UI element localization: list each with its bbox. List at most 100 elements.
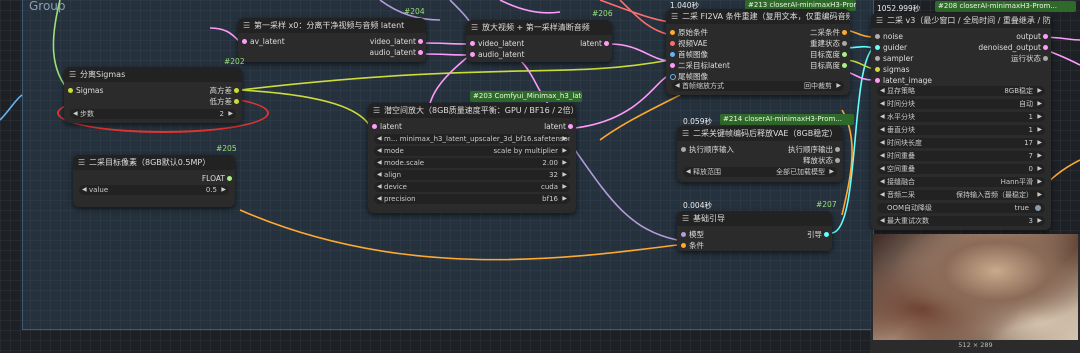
node-fi2va[interactable]: ☰ 二采 FI2VA 条件重建（复用文本，仅重编码音频） 原始条件 视频VAE 首… [666,9,850,95]
node-205[interactable]: ☰ 二采目标像素（8GB默认0.5MP） FLOAT ◀ value 0.5 ▶ [73,155,235,207]
output-label: 重建状态 [810,39,840,48]
output-label: 二采条件 [810,28,840,37]
output-dot[interactable] [234,88,239,93]
output-dot[interactable] [835,158,840,163]
output-label: 目标高度 [810,61,840,70]
node-206[interactable]: ☰ 放大视频 + 第一采样清断音频 video_latent audio_late… [466,20,612,62]
input-label: 执行顺序输入 [689,145,734,154]
input-dot[interactable] [470,52,475,57]
node-title[interactable]: ☰ 二采目标像素（8GB默认0.5MP） [73,155,235,170]
v-split-widget[interactable]: ◀ 垂直分块 1 ▶ [877,125,1045,135]
output-dot[interactable] [842,30,847,35]
input-dot[interactable] [670,30,675,35]
input-dot[interactable] [875,56,880,61]
input-dot[interactable] [681,232,686,237]
output-label: 高方差 [209,86,233,95]
output-dot[interactable] [842,52,847,57]
time-split-widget[interactable]: ◀ 时间分块 自动 ▶ [877,99,1045,109]
input-dot[interactable] [242,39,247,44]
increment-arrow-icon[interactable]: ▶ [228,109,233,119]
input-dot[interactable] [875,67,880,72]
scale-widget[interactable]: ◀ mode.scale 2.00 ▶ [374,158,570,168]
output-dot[interactable] [418,50,423,55]
decrement-arrow-icon[interactable]: ◀ [82,185,87,195]
node-208[interactable]: ☰二采 v3（最少窗口 / 全局时间 / 重叠继承 / 防漏闪） noise g… [871,13,1051,230]
input-dot[interactable] [670,63,675,68]
output-label: latent [580,39,602,48]
input-dot[interactable] [670,41,675,46]
input-dot[interactable] [470,41,475,46]
output-dot[interactable] [604,41,609,46]
align-widget[interactable]: ◀ align 32 ▶ [374,170,570,180]
node-203[interactable]: ☰ 潜空间放大（8GB质量速度平衡：GPU / BF16 / 2倍） latent… [368,103,576,213]
node-title[interactable]: ☰ 分离Sigmas [64,67,242,82]
node-202[interactable]: ☰ 分离Sigmas Sigmas 高方差 低方差 ◀ 步数 2 ▶ [64,67,242,123]
decrement-arrow-icon[interactable]: ◀ [73,109,78,119]
output-dot[interactable] [1043,45,1048,50]
release-scope-widget[interactable]: ◀ 释放范围 全部已加载模型 ▶ [683,167,837,177]
node-title[interactable]: ☰二采 v3（最少窗口 / 全局时间 / 重叠继承 / 防漏闪） [871,13,1051,28]
node-title[interactable]: ☰ 放大视频 + 第一采样清断音频 [466,20,612,35]
space-overlap-widget[interactable]: ◀ 空间重叠 0 ▶ [877,164,1045,174]
node-badge: #203 Comfyui_Minimax_h3_late... [470,91,582,102]
node-id: #205 [216,144,237,153]
seam-blend-widget[interactable]: ◀ 接缝融合 Hann平滑 ▶ [877,177,1045,187]
node-title[interactable]: ☰ 第一采样 x0：分离干净视频与音频 latent [238,18,426,33]
scale-mode-widget[interactable]: ◀ 首帧缩放方式 回中裁剪 ▶ [672,81,844,91]
mode-widget[interactable]: ◀ mode scale by multiplier ▶ [374,146,570,156]
time-block-length-widget[interactable]: ◀ 时间块长度 17 ▶ [877,138,1045,148]
output-dot[interactable] [568,124,573,129]
node-204[interactable]: ☰ 第一采样 x0：分离干净视频与音频 latent av_latent vide… [238,18,426,62]
output-dot[interactable] [227,176,232,181]
h-split-widget[interactable]: ◀ 水平分块 1 ▶ [877,112,1045,122]
oom-toggle[interactable]: OOM自动降级 true [877,203,1045,213]
node-title[interactable]: ☰ 基础引导 [677,211,832,226]
input-label: sigmas [883,65,910,74]
output-label: video_latent [369,37,416,46]
node-title[interactable]: ☰ 二采 FI2VA 条件重建（复用文本，仅重编码音频） [666,9,850,24]
node-id: #204 [404,7,425,16]
precision-widget[interactable]: ◀ precision bf16 ▶ [374,194,570,204]
output-dot[interactable] [842,63,847,68]
increment-arrow-icon[interactable]: ▶ [221,185,226,195]
input-label: video_latent [478,39,525,48]
toggle-knob-icon [1035,205,1041,211]
output-dot[interactable] [824,232,829,237]
output-label: 释放状态 [803,156,833,165]
value-widget[interactable]: ◀ value 0.5 ▶ [79,185,229,195]
output-dot[interactable] [835,147,840,152]
exec-timer: 0.004秒 [683,201,712,210]
time-overlap-widget[interactable]: ◀ 时间重叠 7 ▶ [877,151,1045,161]
input-dot[interactable] [875,78,880,83]
input-label: sampler [883,54,914,63]
steps-widget[interactable]: ◀ 步数 2 ▶ [70,109,236,119]
device-widget[interactable]: ◀ device cuda ▶ [374,182,570,192]
node-badge: #214 closerAI-minimaxH3-Prom... [720,114,854,125]
node-id: #202 [224,57,245,66]
input-dot[interactable] [875,34,880,39]
node-207[interactable]: ☰ 基础引导 模型 条件 引导 [677,211,832,251]
vram-strategy-widget[interactable]: ◀ 显存策略 8GB稳定 ▶ [877,86,1045,96]
max-retry-widget[interactable]: ◀ 最大重试次数 3 ▶ [877,216,1045,226]
output-dot[interactable] [418,39,423,44]
input-dot[interactable] [68,88,73,93]
output-dot[interactable] [1043,34,1048,39]
output-dot[interactable] [234,99,239,104]
video-preview[interactable]: 512 × 289 [871,234,1080,353]
audio-resample-widget[interactable]: ◀ 音频二采 保持输入音频（最稳定） ▶ [877,190,1045,200]
model-widget[interactable]: ◀ m... minimax_h3_latent_upscaler_3d_bf16… [374,134,570,144]
output-dot[interactable] [1043,56,1048,61]
output-dot[interactable] [842,41,847,46]
input-dot[interactable] [670,52,675,57]
output-label: 运行状态 [1011,54,1041,63]
node-title[interactable]: ☰ 潜空间放大（8GB质量速度平衡：GPU / BF16 / 2倍） [368,103,576,118]
node-graph-canvas[interactable]: Group #204 ☰ 第一采样 x0：分离干净视频与音频 latent av… [0,0,1080,353]
node-title[interactable]: ☰ 二采关键帧编码后释放VAE（8GB稳定） [677,126,843,141]
input-dot[interactable] [372,124,377,129]
input-dot[interactable] [681,243,686,248]
node-214[interactable]: ☰ 二采关键帧编码后释放VAE（8GB稳定） 执行顺序输入 执行顺序输出 释放状态… [677,126,843,182]
input-label: noise [883,32,903,41]
input-dot[interactable] [670,74,676,80]
input-dot[interactable] [875,45,880,50]
input-dot[interactable] [681,147,686,152]
